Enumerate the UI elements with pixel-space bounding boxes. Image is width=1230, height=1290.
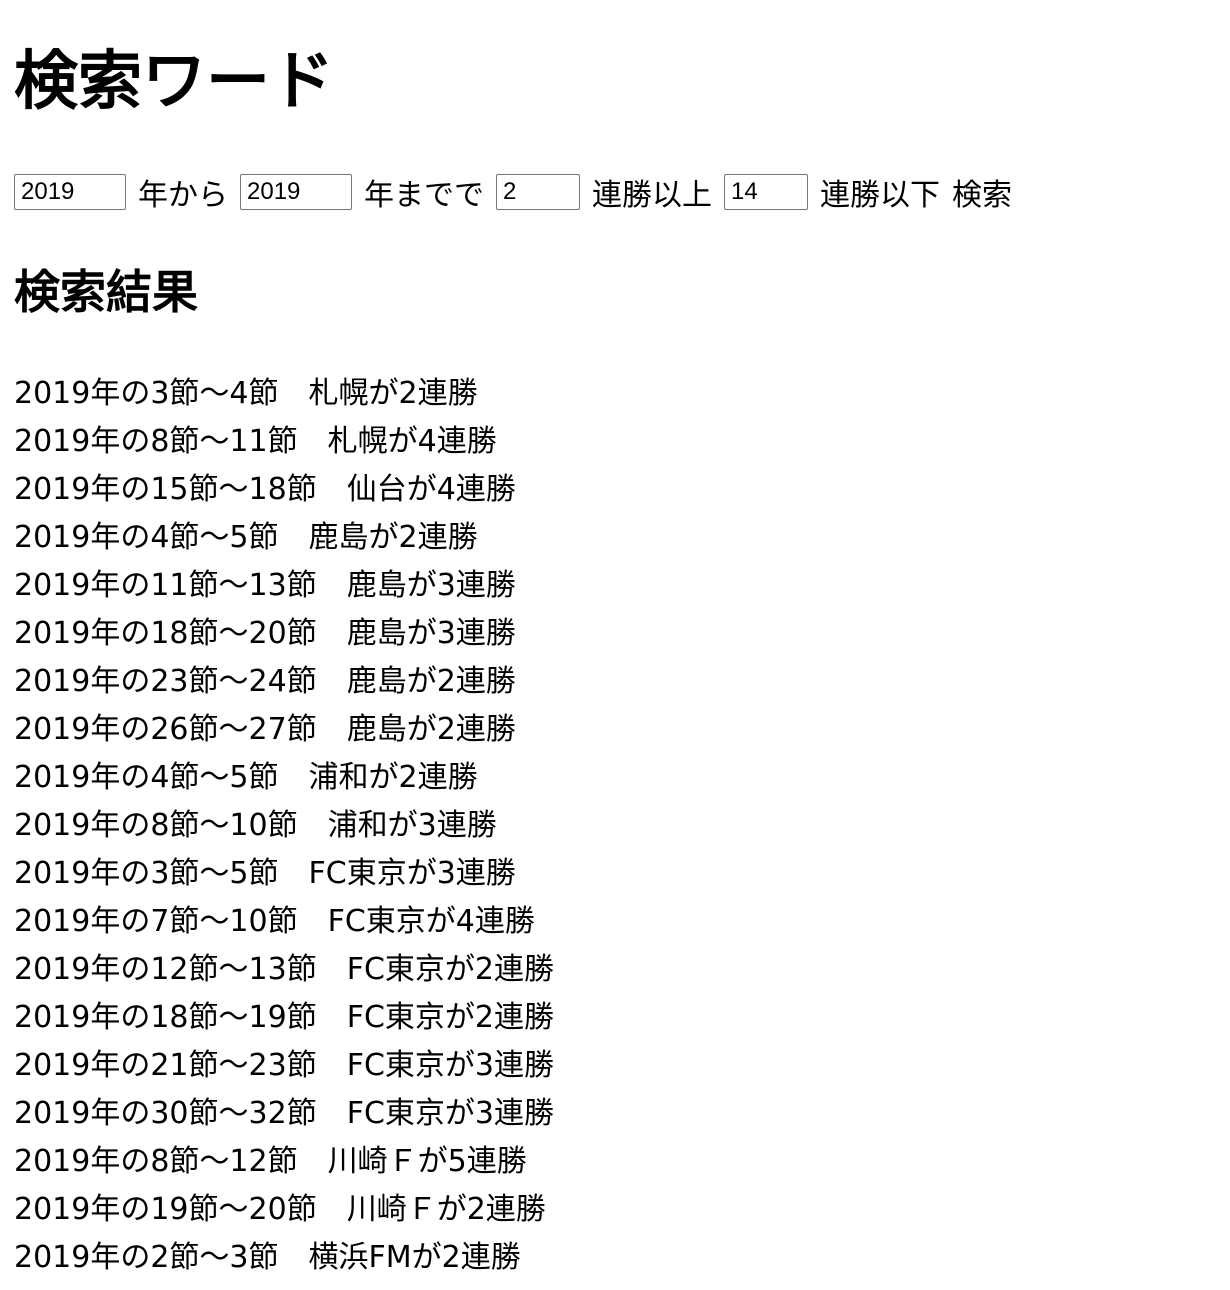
max-wins-input[interactable] — [724, 174, 808, 210]
list-item: 2019年の19節〜20節 川崎Ｆが2連勝 — [14, 1192, 546, 1227]
results-list: 2019年の3節〜4節 札幌が2連勝 2019年の8節〜11節 札幌が4連勝 2… — [14, 370, 1216, 1282]
list-item: 2019年の2節〜3節 横浜FMが2連勝 — [14, 1240, 521, 1275]
min-wins-label: 連勝以上 — [592, 178, 712, 213]
list-item: 2019年の26節〜27節 鹿島が2連勝 — [14, 712, 516, 747]
list-item: 2019年の15節〜18節 仙台が4連勝 — [14, 472, 516, 507]
max-wins-label: 連勝以下 — [820, 178, 940, 213]
to-year-input[interactable] — [240, 174, 352, 210]
list-item: 2019年の3節〜4節 札幌が2連勝 — [14, 376, 478, 411]
list-item: 2019年の18節〜20節 鹿島が3連勝 — [14, 616, 516, 651]
list-item: 2019年の23節〜24節 鹿島が2連勝 — [14, 664, 516, 699]
list-item: 2019年の7節〜10節 FC東京が4連勝 — [14, 904, 535, 939]
list-item: 2019年の8節〜10節 浦和が3連勝 — [14, 808, 497, 843]
page-title: 検索ワード — [14, 45, 334, 119]
min-wins-input[interactable] — [496, 174, 580, 210]
page: 検索ワード 年から 年までで 連勝以上 連勝以下 検索 検索結果 2019年の3… — [0, 0, 1230, 1282]
list-item: 2019年の4節〜5節 浦和が2連勝 — [14, 760, 478, 795]
search-form: 年から 年までで 連勝以上 連勝以下 検索 — [14, 170, 1216, 214]
from-year-label: 年から — [138, 178, 228, 213]
list-item: 2019年の4節〜5節 鹿島が2連勝 — [14, 520, 478, 555]
list-item: 2019年の12節〜13節 FC東京が2連勝 — [14, 952, 554, 987]
list-item: 2019年の8節〜11節 札幌が4連勝 — [14, 424, 497, 459]
list-item: 2019年の21節〜23節 FC東京が3連勝 — [14, 1048, 554, 1083]
list-item: 2019年の8節〜12節 川崎Ｆが5連勝 — [14, 1144, 527, 1179]
list-item: 2019年の18節〜19節 FC東京が2連勝 — [14, 1000, 554, 1035]
from-year-input[interactable] — [14, 174, 126, 210]
list-item: 2019年の3節〜5節 FC東京が3連勝 — [14, 856, 516, 891]
list-item: 2019年の11節〜13節 鹿島が3連勝 — [14, 568, 516, 603]
search-button[interactable]: 検索 — [952, 170, 1012, 214]
results-title: 検索結果 — [14, 265, 198, 319]
to-year-label: 年までで — [364, 178, 484, 213]
list-item: 2019年の30節〜32節 FC東京が3連勝 — [14, 1096, 554, 1131]
